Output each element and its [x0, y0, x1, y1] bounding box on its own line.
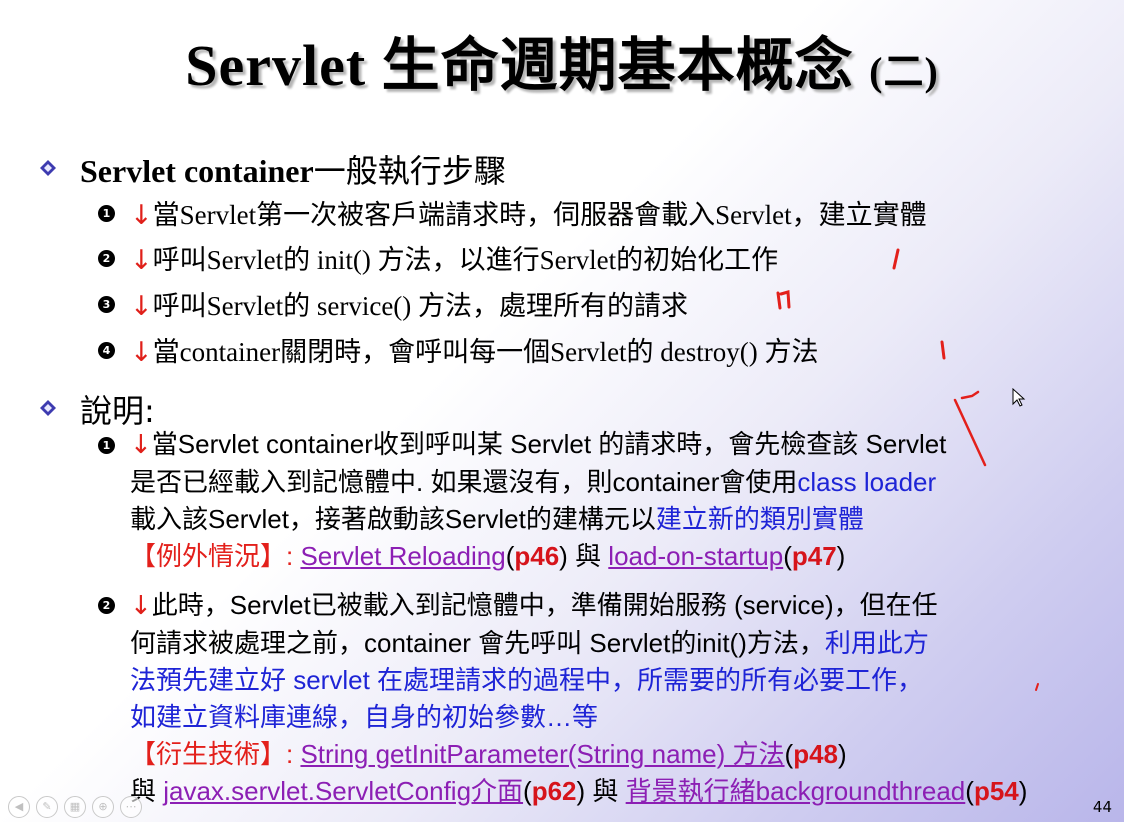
slides-view-button[interactable]: ▦	[64, 796, 86, 818]
more-options-button[interactable]: ⋯	[120, 796, 142, 818]
pen-tool-button[interactable]: ✎	[36, 796, 58, 818]
presenter-toolbar: ◀ ✎ ▦ ⊕ ⋯	[8, 796, 142, 818]
ink-annotation	[776, 248, 1039, 691]
page-number: 44	[1092, 798, 1112, 816]
mouse-cursor-icon	[1012, 388, 1026, 407]
zoom-button[interactable]: ⊕	[92, 796, 114, 818]
prev-slide-button[interactable]: ◀	[8, 796, 30, 818]
